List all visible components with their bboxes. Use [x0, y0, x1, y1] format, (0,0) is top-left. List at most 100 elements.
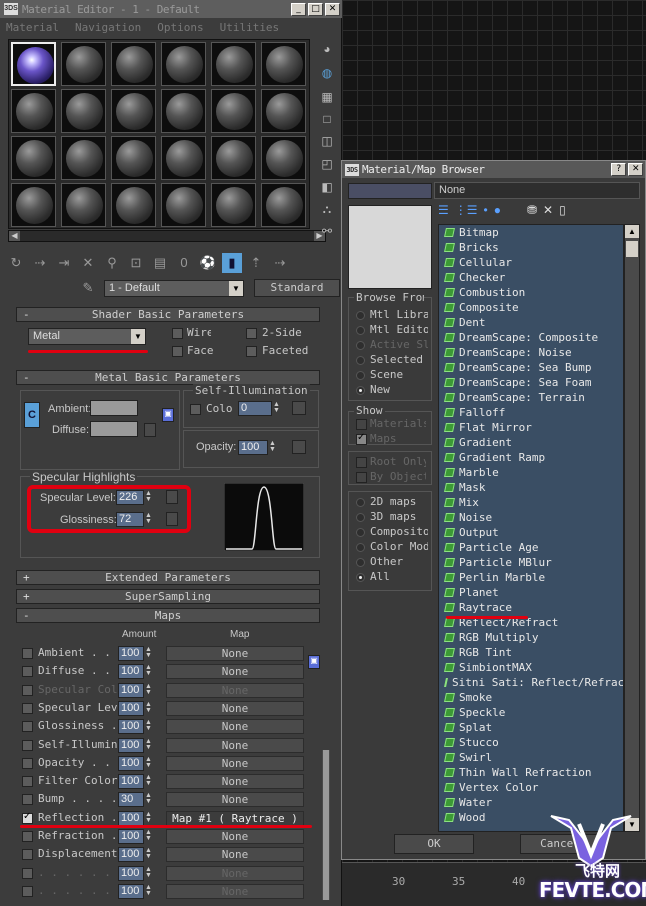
map-list-item[interactable]: Checker	[439, 270, 623, 285]
map-amount-spinner[interactable]: 100 ▲ ▼	[118, 737, 152, 753]
map-amount-spinner[interactable]: 100 ▲ ▼	[118, 719, 152, 735]
rollout-metal-basic[interactable]: - Metal Basic Parameters	[16, 370, 320, 385]
sample-slot[interactable]	[261, 42, 306, 86]
browse-from-radio[interactable]	[356, 341, 365, 350]
put-to-scene-icon[interactable]: ⇢	[30, 253, 50, 273]
map-list-item[interactable]: SimbiontMAX	[439, 660, 623, 675]
map-enable-checkbox[interactable]	[22, 776, 33, 788]
spinner-arrows-icon[interactable]: ▲ ▼	[144, 490, 153, 504]
map-list-item[interactable]: DreamScape: Noise	[439, 345, 623, 360]
put-to-library-icon[interactable]: ▤	[150, 253, 170, 273]
maximize-button[interactable]: □	[308, 2, 323, 16]
map-list-item[interactable]: Speckle	[439, 705, 623, 720]
map-amount-spinner[interactable]: 100 ▲ ▼	[118, 810, 152, 826]
clear-icon[interactable]: ▯	[559, 203, 566, 217]
map-enable-checkbox[interactable]	[22, 721, 33, 733]
material-navigator-icon[interactable]: ⚯	[318, 222, 336, 240]
map-slot-button[interactable]: None	[166, 682, 304, 698]
map-amount-spinner[interactable]: 100 ▲ ▼	[118, 664, 152, 680]
slots-scrollbar[interactable]: ◀ ▶	[8, 230, 326, 242]
video-color-check-icon[interactable]: ◫	[318, 132, 336, 150]
by-object-checkbox[interactable]	[356, 472, 367, 483]
map-list-item[interactable]: Stucco	[439, 735, 623, 750]
sample-slot[interactable]	[11, 183, 56, 227]
sample-slot[interactable]	[111, 136, 156, 180]
help-button[interactable]: ?	[611, 163, 626, 176]
map-list-item[interactable]: Marble	[439, 465, 623, 480]
self-illum-spinner[interactable]: 0 ▲ ▼	[238, 401, 280, 416]
map-amount-spinner[interactable]: 30 ▲ ▼	[118, 792, 152, 808]
glossiness-map-button[interactable]	[166, 512, 178, 526]
map-list-item[interactable]: Falloff	[439, 405, 623, 420]
map-enable-checkbox[interactable]	[22, 739, 33, 751]
map-slot-button[interactable]: None	[166, 664, 304, 680]
map-slot-button[interactable]: None	[166, 700, 304, 716]
make-preview-icon[interactable]: ◰	[318, 155, 336, 173]
editor-scrollbar[interactable]	[322, 750, 330, 900]
map-list-item[interactable]: Sitni Sati: Reflect/Refract	[439, 675, 623, 690]
map-slot-button[interactable]: None	[166, 774, 304, 790]
map-list-item[interactable]: Thin Wall Refraction	[439, 765, 623, 780]
menu-material[interactable]: Material	[6, 21, 59, 34]
browse-from-radio[interactable]	[356, 356, 365, 365]
sample-slot[interactable]	[161, 136, 206, 180]
background-icon[interactable]: ▦	[318, 88, 336, 106]
filter-radio[interactable]	[356, 573, 365, 582]
map-list-item[interactable]: Vertex Color	[439, 780, 623, 795]
spinner-arrows-icon[interactable]: ▲ ▼	[144, 829, 153, 843]
map-list-item[interactable]: Noise	[439, 510, 623, 525]
map-list-item[interactable]: Cellular	[439, 255, 623, 270]
go-forward-icon[interactable]: ⇢	[270, 253, 290, 273]
select-by-material-icon[interactable]: ⛬	[318, 200, 336, 218]
scroll-thumb[interactable]	[323, 750, 329, 900]
faceted-checkbox[interactable]	[246, 346, 257, 357]
map-list-item[interactable]: Raytrace	[439, 600, 623, 615]
show-materials-checkbox[interactable]	[356, 419, 367, 430]
map-list-item[interactable]: Dent	[439, 315, 623, 330]
scroll-thumb[interactable]	[626, 241, 638, 257]
map-list-item[interactable]: RGB Multiply	[439, 630, 623, 645]
browse-from-radio[interactable]	[356, 371, 365, 380]
diffuse-swatch[interactable]	[90, 421, 138, 437]
map-list-item[interactable]: Particle Age	[439, 540, 623, 555]
sample-slot[interactable]	[111, 89, 156, 133]
assign-material-icon[interactable]: ⇥	[54, 253, 74, 273]
chevron-down-icon[interactable]: ▼	[229, 280, 243, 296]
map-slot-button[interactable]: None	[166, 883, 304, 899]
show-maps-checkbox[interactable]	[356, 432, 367, 445]
sample-slot[interactable]	[11, 136, 56, 180]
options-icon[interactable]: ◧	[318, 178, 336, 196]
search-field[interactable]	[348, 183, 432, 199]
map-list-item[interactable]: DreamScape: Terrain	[439, 390, 623, 405]
material-name-dropdown[interactable]: 1 - Default ▼	[104, 279, 244, 297]
ambient-swatch[interactable]	[90, 400, 138, 416]
map-list-item[interactable]: DreamScape: Sea Foam	[439, 375, 623, 390]
reset-icon[interactable]: ✕	[78, 253, 98, 273]
scroll-up-icon[interactable]: ▲	[625, 225, 639, 238]
sample-slot[interactable]	[261, 136, 306, 180]
spinner-arrows-icon[interactable]: ▲ ▼	[268, 440, 277, 454]
map-enable-checkbox[interactable]	[22, 867, 33, 879]
filter-radio[interactable]	[356, 543, 365, 552]
map-list-item[interactable]: Planet	[439, 585, 623, 600]
spinner-arrows-icon[interactable]: ▲ ▼	[144, 701, 153, 715]
sample-slot[interactable]	[61, 89, 106, 133]
uv-tiling-icon[interactable]: □	[318, 110, 336, 128]
specular-level-spinner[interactable]: 226 ▲ ▼	[116, 490, 152, 505]
map-list-item[interactable]: Swirl	[439, 750, 623, 765]
sample-slot[interactable]	[61, 136, 106, 180]
browse-from-radio[interactable]	[356, 386, 365, 395]
browse-from-radio[interactable]	[356, 311, 365, 320]
self-illum-color-checkbox[interactable]	[190, 404, 201, 415]
chevron-down-icon[interactable]: ▼	[131, 329, 145, 344]
map-amount-spinner[interactable]: 100 ▲ ▼	[118, 774, 152, 790]
map-list-item[interactable]: Gradient Ramp	[439, 450, 623, 465]
map-enable-checkbox[interactable]	[22, 702, 33, 714]
map-list-item[interactable]: Smoke	[439, 690, 623, 705]
map-enable-checkbox[interactable]	[22, 885, 33, 897]
map-list-item[interactable]: RGB Tint	[439, 645, 623, 660]
map-slot-button[interactable]: Map #1 ( Raytrace )	[166, 810, 304, 826]
shader-type-dropdown[interactable]: Metal ▼	[28, 328, 146, 345]
map-list-item[interactable]: DreamScape: Composite	[439, 330, 623, 345]
spinner-arrows-icon[interactable]: ▲ ▼	[144, 719, 153, 733]
